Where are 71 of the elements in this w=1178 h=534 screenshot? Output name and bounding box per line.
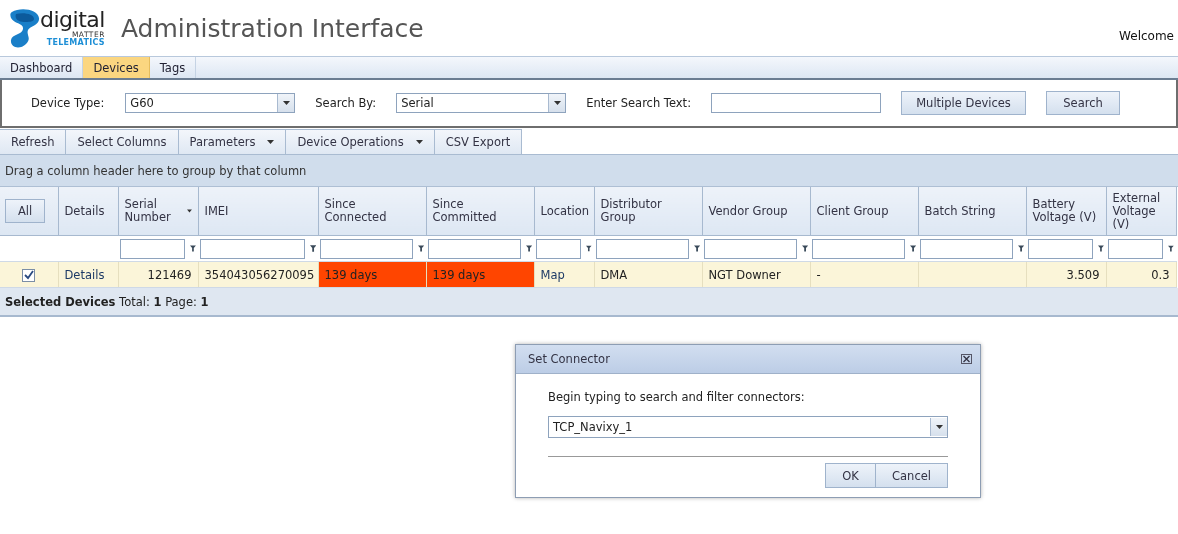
filter-icon[interactable]	[1098, 245, 1104, 252]
logo-subtitle: TELEMATICS	[46, 38, 105, 47]
table-cell: DMA	[600, 267, 628, 282]
toolbar-button[interactable]: Refresh	[0, 129, 67, 154]
check-icon	[23, 270, 34, 280]
field-label: Enter Search Text:	[586, 96, 691, 110]
connector-dropdown[interactable]: TCP_Navixy_1	[548, 416, 948, 438]
table-cell: 0.3	[1151, 267, 1170, 282]
table-cell: 354043056270095	[204, 267, 315, 282]
footer-text: Selected Devices Total: 1 Page: 1	[5, 294, 209, 309]
toolbar-button[interactable]: CSV Export	[434, 129, 523, 154]
toolbar-button[interactable]: Select Columns	[66, 129, 179, 154]
toolbar-button[interactable]: Device Operations	[286, 129, 435, 154]
logo-icon	[8, 8, 40, 48]
filter-icon[interactable]	[1168, 245, 1174, 252]
close-icon[interactable]	[961, 354, 972, 364]
table-cell: -	[816, 267, 821, 282]
search-text-field[interactable]	[711, 93, 881, 113]
row-checkbox[interactable]	[22, 268, 36, 282]
filter-field[interactable]	[536, 238, 582, 259]
caret-icon	[553, 101, 561, 105]
filter-icon[interactable]	[586, 245, 592, 252]
ok-button[interactable]: OK	[825, 463, 876, 488]
logo-wordmark: digital	[40, 9, 105, 32]
group-by-bar: Drag a column header here to group by that column	[0, 155, 1178, 187]
filter-field[interactable]	[596, 238, 689, 259]
nav-tab[interactable]: Tags	[149, 57, 197, 78]
highlighted-cell: 139 days	[318, 261, 426, 288]
field-label: Device Type:	[31, 96, 105, 110]
cancel-button[interactable]: Cancel	[876, 463, 948, 488]
nav-tab[interactable]: Devices	[83, 57, 150, 78]
filter-field[interactable]	[920, 238, 1013, 259]
dialog-prompt: Begin typing to search and filter connectors:	[548, 390, 806, 404]
caret-icon	[267, 140, 275, 144]
column-header[interactable]: Details	[64, 204, 105, 218]
filter-field[interactable]	[704, 238, 797, 259]
caret-icon	[282, 101, 290, 105]
select-all-button[interactable]: All	[5, 199, 46, 223]
dialog-title: Set Connector	[528, 352, 610, 366]
filter-icon[interactable]	[309, 245, 316, 252]
search-button[interactable]: Search	[1046, 91, 1120, 115]
welcome-text: Welcome	[1119, 29, 1174, 43]
filter-icon[interactable]	[909, 245, 916, 252]
filter-field[interactable]	[812, 238, 905, 259]
filter-field[interactable]	[1108, 238, 1164, 259]
filter-field[interactable]	[428, 238, 521, 259]
field-label: Search By:	[315, 96, 377, 110]
table-cell: 3.509	[1066, 267, 1100, 282]
filter-icon[interactable]	[801, 245, 808, 252]
filter-icon[interactable]	[525, 245, 532, 252]
column-header[interactable]: Client Group	[816, 204, 889, 218]
filter-field[interactable]	[320, 238, 413, 259]
app-title: Administration Interface	[120, 13, 424, 43]
filter-field[interactable]	[1028, 238, 1094, 259]
filter-icon[interactable]	[190, 245, 196, 252]
caret-icon	[935, 425, 943, 429]
filter-icon[interactable]	[417, 245, 424, 252]
search-by-dropdown[interactable]: Serial	[396, 93, 567, 113]
multiple-devices-button[interactable]: Multiple Devices	[901, 91, 1026, 115]
column-header[interactable]: IMEI	[204, 204, 229, 218]
table-cell: NGT Downer	[708, 267, 781, 282]
toolbar-button[interactable]: Parameters	[178, 129, 287, 154]
filter-field[interactable]	[120, 238, 186, 259]
filter-icon[interactable]	[693, 245, 700, 252]
table-cell: 121469	[147, 267, 192, 282]
highlighted-cell: 139 days	[426, 261, 534, 288]
device-type-dropdown[interactable]: G60	[125, 93, 296, 113]
column-header[interactable]: Batch String	[924, 204, 996, 218]
caret-icon	[415, 140, 423, 144]
filter-field[interactable]	[200, 238, 305, 259]
filter-icon[interactable]	[1017, 245, 1024, 252]
